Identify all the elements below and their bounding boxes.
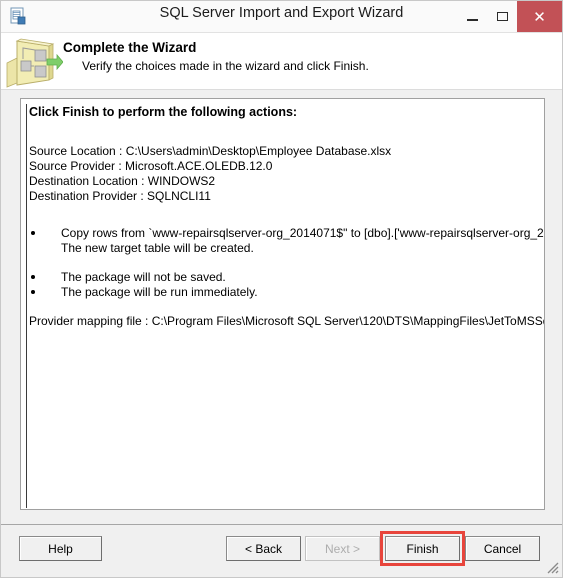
back-button[interactable]: < Back — [226, 536, 301, 561]
next-button: Next > — [305, 536, 380, 561]
list-item: Copy rows from `www-repairsqlserver-org_… — [29, 226, 544, 241]
banner-subtitle: Verify the choices made in the wizard an… — [82, 59, 369, 73]
bullet-icon — [31, 290, 35, 294]
text-caret — [26, 104, 27, 508]
bullet-icon — [31, 275, 35, 279]
wizard-window: SQL Server Import and Export Wizard ✕ Co… — [0, 0, 563, 578]
cancel-button[interactable]: Cancel — [465, 536, 540, 561]
app-icon — [7, 6, 29, 28]
wizard-banner: Complete the Wizard Verify the choices m… — [1, 33, 562, 90]
action-list-secondary: The package will not be saved. The packa… — [29, 270, 538, 300]
summary-textbox[interactable]: Click Finish to perform the following ac… — [20, 98, 545, 510]
minimize-icon — [466, 18, 478, 21]
list-item-sublabel: The new target table will be created. — [61, 241, 254, 255]
window-controls: ✕ — [457, 1, 562, 32]
minimize-button[interactable] — [457, 1, 487, 32]
maximize-icon — [496, 12, 508, 21]
summary-line: Source Provider : Microsoft.ACE.OLEDB.12… — [29, 159, 273, 173]
list-item: The package will not be saved. — [29, 270, 538, 285]
resize-grip-icon[interactable] — [546, 561, 559, 574]
banner-title: Complete the Wizard — [63, 40, 197, 55]
finish-button[interactable]: Finish — [385, 536, 460, 561]
button-bar: Help < Back Next > Finish Cancel — [1, 524, 562, 577]
summary-line: Destination Location : WINDOWS2 — [29, 174, 216, 188]
wizard-body: Click Finish to perform the following ac… — [1, 90, 562, 527]
list-item: The package will be run immediately. — [29, 285, 538, 300]
wizard-banner-icon — [1, 33, 64, 89]
maximize-button[interactable] — [487, 1, 517, 32]
banner-text-block: Complete the Wizard Verify the choices m… — [63, 33, 369, 74]
bullet-icon — [31, 231, 35, 235]
list-item-label: The package will be run immediately. — [61, 285, 258, 299]
close-button[interactable]: ✕ — [517, 1, 562, 32]
action-list-primary: Copy rows from `www-repairsqlserver-org_… — [29, 226, 544, 241]
summary-content: Click Finish to perform the following ac… — [29, 105, 545, 329]
list-item-label: The package will not be saved. — [61, 270, 226, 284]
summary-line: Destination Provider : SQLNCLI11 — [29, 189, 211, 203]
summary-heading: Click Finish to perform the following ac… — [29, 105, 298, 119]
list-item-label: Copy rows from `www-repairsqlserver-org_… — [61, 226, 545, 240]
summary-line: Source Location : C:\Users\admin\Desktop… — [29, 144, 392, 158]
title-bar: SQL Server Import and Export Wizard ✕ — [1, 1, 562, 33]
help-button[interactable]: Help — [19, 536, 102, 561]
provider-mapping-line: Provider mapping file : C:\Program Files… — [29, 314, 545, 328]
